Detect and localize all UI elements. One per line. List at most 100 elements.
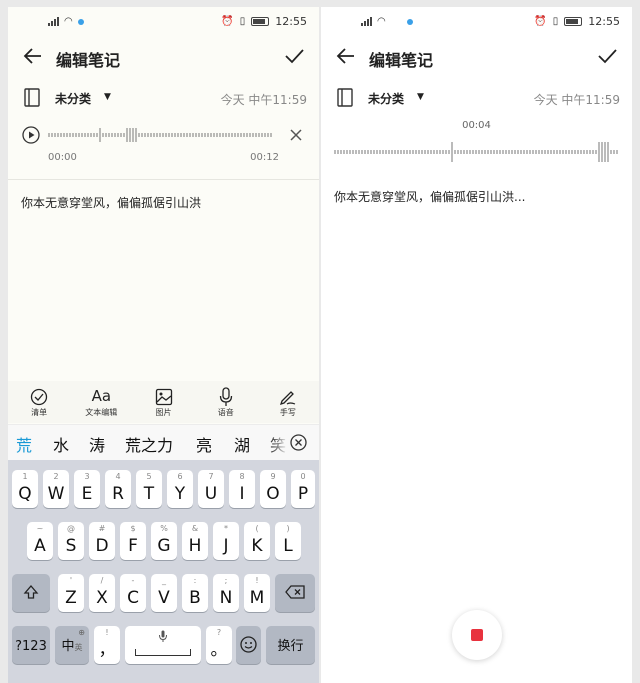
status-bar: ◠ ⏰ ▯ 12:55 [8, 7, 319, 37]
key-b[interactable]: :B [182, 574, 208, 612]
note-meta: 未分类 ▼ 今天 中午11:59 [8, 87, 319, 109]
left-phone-screen: ◠ ⏰ ▯ 12:55 编辑笔记 未分类 ▼ 今天 中午11:59 00:00 … [8, 7, 319, 683]
key-f[interactable]: $ F [120, 522, 146, 560]
microphone-icon [195, 385, 257, 407]
key-u[interactable]: 7U [198, 470, 224, 508]
wifi-icon: ◠ [64, 16, 73, 27]
key-o[interactable]: 9O [260, 470, 286, 508]
backspace-icon [285, 585, 305, 599]
collapse-candidates-icon[interactable] [290, 434, 307, 451]
emoji-key[interactable] [236, 626, 261, 664]
globe-icon: ⊕ [78, 628, 85, 637]
alarm-icon: ⏰ [534, 16, 547, 27]
checklist-icon [8, 385, 70, 407]
key-l[interactable]: ) L [275, 522, 301, 560]
numbers-key[interactable]: ?123 [12, 626, 50, 664]
candidate-word[interactable]: 荒之力 [125, 432, 173, 456]
tool-voice[interactable]: 语音 [195, 381, 257, 423]
status-bar: ◠ ⏰ ▯ 12:55 [321, 7, 632, 37]
edit-toolbar: 清单 Aa 文本编辑 图片 语音 手写 [8, 381, 319, 423]
time-start: 00:00 [48, 152, 77, 163]
space-key[interactable] [125, 626, 201, 664]
key-j[interactable]: * J [213, 522, 239, 560]
candidate-word[interactable]: 亮 [196, 432, 212, 456]
close-icon[interactable] [289, 128, 303, 142]
stop-icon [471, 629, 483, 641]
page-title: 编辑笔记 [56, 51, 121, 70]
text-format-icon: Aa [91, 387, 112, 405]
key-a[interactable]: ~ A [27, 522, 53, 560]
key-x[interactable]: / X [89, 574, 115, 612]
key-z[interactable]: ' Z [58, 574, 84, 612]
battery-icon [564, 17, 583, 26]
key-d[interactable]: # D [89, 522, 115, 560]
shift-icon [23, 585, 39, 599]
notification-dot-icon [77, 18, 84, 25]
time-end: 00:12 [250, 152, 279, 163]
key-g[interactable]: % G [151, 522, 177, 560]
key-w[interactable]: 2W [43, 470, 69, 508]
back-arrow-icon[interactable] [22, 45, 44, 67]
key-y[interactable]: 6Y [167, 470, 193, 508]
shift-key[interactable] [12, 574, 50, 612]
key-q[interactable]: 1Q [12, 470, 38, 508]
confirm-check-icon[interactable] [596, 45, 618, 67]
right-phone-screen: ◠ ⏰ ▯ 12:55 编辑笔记 未分类 ▼ 今天 中午11:59 00:04 … [321, 7, 632, 683]
top-bar: 编辑笔记 [8, 37, 319, 77]
key-n[interactable]: ; N [213, 574, 239, 612]
note-body-text[interactable]: 你本无意穿堂风，偏偏孤倨引山洪... [334, 188, 525, 205]
alarm-icon: ⏰ [221, 16, 234, 27]
tool-handwriting[interactable]: 手写 [257, 381, 319, 423]
key-v[interactable]: _ V [151, 574, 177, 612]
note-date: 今天 中午11:59 [533, 93, 620, 107]
recording-waveform [334, 142, 618, 162]
note-date: 今天 中午11:59 [220, 93, 307, 107]
key-r[interactable]: 4R [105, 470, 131, 508]
caret-down-icon[interactable]: ▼ [417, 92, 424, 102]
language-key[interactable]: ⊕ 中英 [55, 626, 89, 664]
category-selector[interactable]: 未分类 [368, 90, 404, 107]
key-m[interactable]: ! M [244, 574, 270, 612]
top-bar: 编辑笔记 [321, 37, 632, 77]
vibrate-icon: ▯ [239, 16, 246, 27]
confirm-check-icon[interactable] [283, 45, 305, 67]
candidate-bar: 荒 水 涛 荒之力 亮 湖 笑 [8, 424, 319, 461]
key-h[interactable]: & H [182, 522, 208, 560]
notebook-icon [337, 88, 353, 107]
enter-key[interactable]: 换行 [266, 626, 315, 664]
vibrate-icon: ▯ [552, 16, 559, 27]
candidate-word[interactable]: 涛 [89, 432, 105, 456]
category-selector[interactable]: 未分类 [55, 90, 91, 107]
status-time: 12:55 [275, 15, 307, 28]
key-s[interactable]: @ S [58, 522, 84, 560]
signal-icon [361, 17, 372, 26]
back-arrow-icon[interactable] [335, 45, 357, 67]
keyboard: 1Q 2W 3E 4R 5T 6Y 7U 8I 9O 0P ~ A @ S # D $… [8, 460, 319, 683]
key-i[interactable]: 8I [229, 470, 255, 508]
tool-image[interactable]: 图片 [132, 381, 194, 423]
candidate-word[interactable]: 荒 [16, 432, 32, 456]
emoji-icon [240, 636, 257, 653]
status-time: 12:55 [588, 15, 620, 28]
period-key[interactable]: ?。 [206, 626, 232, 664]
key-c[interactable]: -C [120, 574, 146, 612]
backspace-key[interactable] [275, 574, 315, 612]
tool-checklist[interactable]: 清单 [8, 381, 70, 423]
battery-icon [251, 17, 270, 26]
tool-text-format[interactable]: Aa 文本编辑 [70, 381, 132, 423]
stop-recording-button[interactable] [452, 610, 502, 660]
key-p[interactable]: 0P [291, 470, 315, 508]
audio-player: 00:00 00:12 [8, 125, 319, 180]
wifi-icon: ◠ [377, 16, 386, 27]
play-icon[interactable] [22, 126, 40, 144]
key-t[interactable]: 5T [136, 470, 162, 508]
audio-waveform[interactable] [48, 127, 274, 143]
candidate-word[interactable]: 湖 [234, 432, 250, 456]
key-k[interactable]: (K [244, 522, 270, 560]
signal-icon [48, 17, 59, 26]
comma-key[interactable]: !， [94, 626, 120, 664]
note-body-text[interactable]: 你本无意穿堂风，偏偏孤倨引山洪 [21, 194, 201, 211]
caret-down-icon[interactable]: ▼ [104, 92, 111, 102]
key-e[interactable]: 3E [74, 470, 100, 508]
candidate-word[interactable]: 水 [53, 432, 69, 456]
